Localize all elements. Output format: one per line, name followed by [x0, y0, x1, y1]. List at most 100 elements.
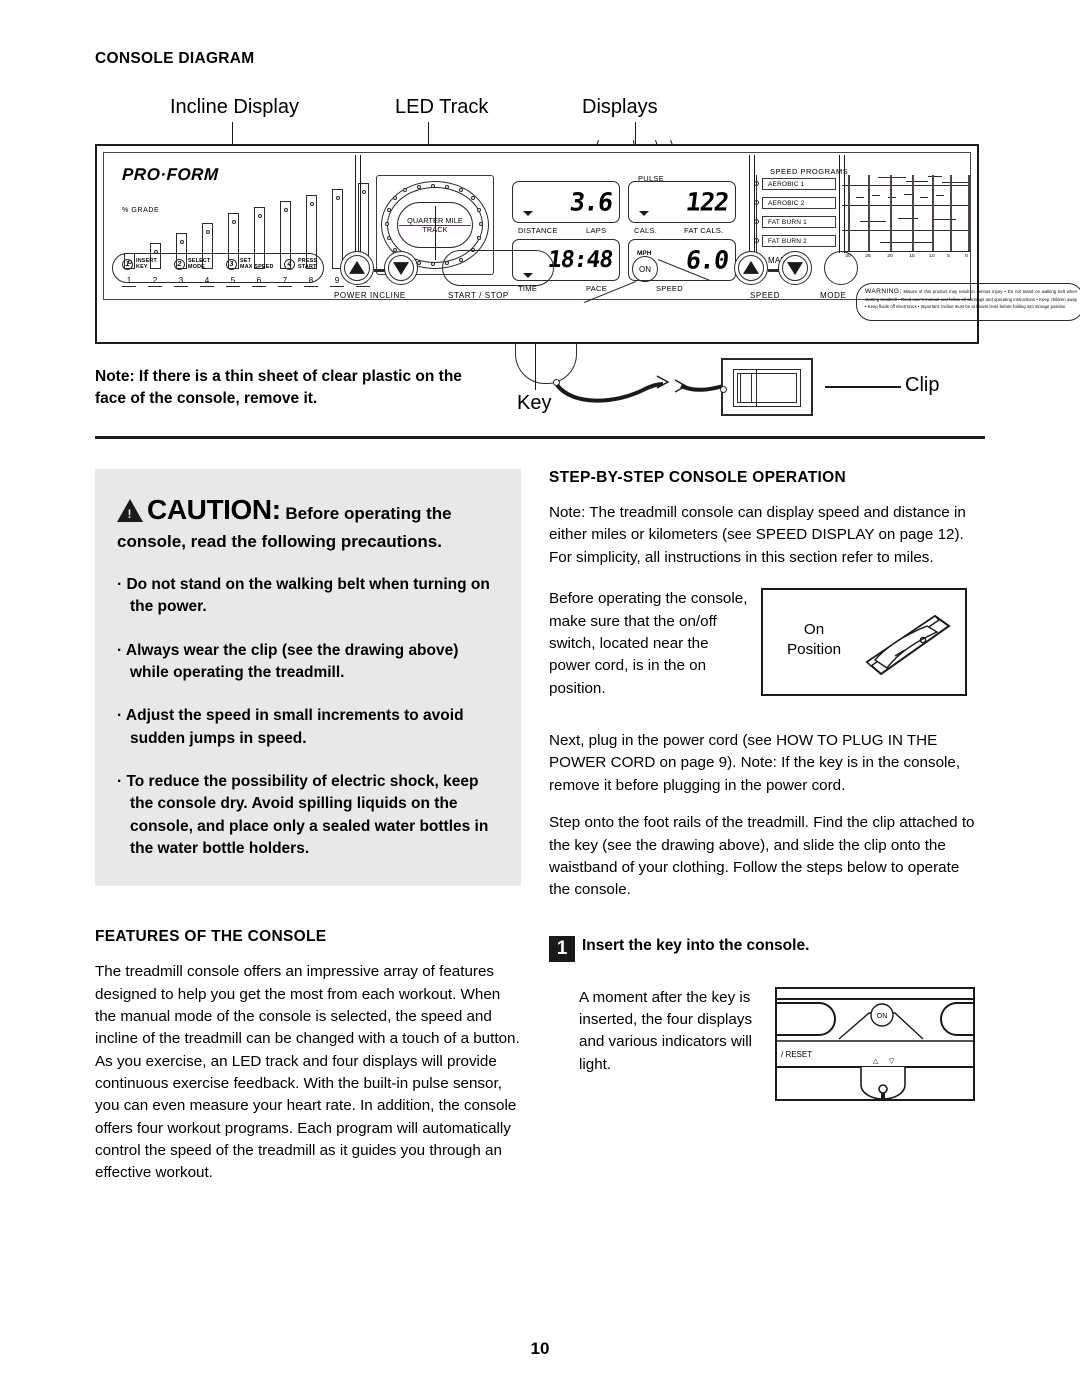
triangle-up-icon — [743, 260, 759, 274]
step-1-title: Insert the key into the console. — [582, 936, 810, 954]
incline-led — [361, 190, 366, 194]
console-diagram: PRO·FORM % GRADE 1 2 3 4 5 6 7 8 9 QUART… — [95, 144, 1080, 344]
speed-down-button[interactable] — [778, 251, 812, 285]
incline-stalk — [360, 155, 362, 253]
power-incline-up-button[interactable] — [340, 251, 374, 285]
step-number: 4 — [284, 259, 295, 271]
caution-box: CAUTION: Before operating the console, r… — [95, 469, 521, 887]
display-cals-label: CALS. — [634, 226, 658, 235]
left-column: CAUTION: Before operating the console, r… — [95, 469, 521, 1200]
callout-led-track: LED Track — [395, 96, 489, 118]
caution-bullet: Do not stand on the walking belt when tu… — [117, 574, 501, 619]
diagram-callouts: Incline Display LED Track Displays — [95, 96, 985, 256]
incline-led — [335, 196, 340, 200]
program-profile-graph: 30 25 20 15 10 5 0 — [842, 175, 970, 259]
console-key-figure: ON / RESET △ ▽ — [775, 986, 975, 1101]
caution-heading: CAUTION: Before operating the console, r… — [117, 491, 501, 553]
callout-displays: Displays — [582, 96, 658, 118]
incline-led — [179, 240, 184, 244]
switch-row: Before operating the console, make sure … — [549, 584, 975, 715]
caution-bullet: Adjust the speed in small increments to … — [117, 705, 501, 750]
stepbystep-note: Note: The treadmill console can display … — [549, 504, 966, 566]
clip-diagram — [720, 358, 813, 416]
right-column: STEP-BY-STEP CONSOLE OPERATION Note: The… — [549, 469, 975, 1200]
display-indicator-arrow — [523, 211, 533, 216]
features-title: FEATURES OF THE CONSOLE — [95, 928, 327, 946]
page-title: CONSOLE DIAGRAM — [95, 50, 255, 67]
incline-led — [309, 202, 314, 206]
on-off-switch-icon — [865, 615, 951, 676]
key-tether-point — [553, 379, 560, 386]
console-face: PRO·FORM % GRADE 1 2 3 4 5 6 7 8 9 QUART… — [103, 152, 1080, 321]
switch-paragraph: Before operating the console, make sure … — [549, 590, 748, 697]
on-position-label: On Position — [787, 621, 842, 659]
clip-tether-point — [720, 386, 727, 393]
incline-led — [231, 220, 236, 224]
key-label: Key — [517, 392, 552, 414]
manual-page: CONSOLE DIAGRAM Incline Display LED Trac… — [0, 0, 1080, 1397]
console-button-row: 1INSERT KEY 2SELECT MODE 3SET MAX SPEED 4PR… — [112, 155, 962, 303]
graph-axis-number: 0 — [965, 253, 968, 259]
triangle-down-icon — [787, 262, 803, 276]
step-select-mode: 2SELECT MODE — [174, 258, 210, 271]
svg-text:△: △ — [873, 1058, 879, 1065]
mode-button-label: MODE — [820, 291, 847, 300]
incline-stalk — [355, 155, 357, 253]
leader-displays — [635, 122, 637, 144]
key-body — [515, 344, 577, 384]
speed-button-label: SPEED — [750, 291, 781, 300]
section-divider — [95, 436, 985, 439]
step-insert-key: 1INSERT KEY — [122, 258, 157, 271]
note-clear-plastic: Note: If there is a thin sheet of clear … — [95, 368, 462, 407]
key-leader — [535, 344, 537, 390]
clip-label: Clip — [905, 374, 940, 396]
start-stop-button[interactable] — [442, 250, 554, 286]
power-incline-label: POWER INCLINE — [334, 291, 406, 300]
display-distance-label: DISTANCE — [518, 226, 558, 235]
start-stop-label: START / STOP — [448, 291, 509, 300]
program-fat-burn-2[interactable]: FAT BURN 2 — [762, 235, 836, 247]
step-1-row: A moment after the key is inserted, the … — [549, 977, 975, 1101]
step-number: 2 — [174, 259, 185, 271]
step-press-start: 4PRESS START — [284, 258, 317, 271]
display-fat-cals-label: FAT CALS. — [684, 226, 724, 235]
clip-leader — [825, 386, 901, 388]
incline-led — [257, 214, 262, 218]
power-incline-down-button[interactable] — [384, 251, 418, 285]
mode-button[interactable] — [824, 251, 858, 285]
page-number: 10 — [530, 1339, 550, 1358]
step-set-max-speed: 3SET MAX SPEED — [226, 258, 274, 271]
incline-led — [205, 230, 210, 234]
display-pulse: 122 — [628, 181, 736, 223]
display-distance-value: 3.6 — [568, 187, 614, 217]
speed-up-button[interactable] — [734, 251, 768, 285]
svg-text:▽: ▽ — [889, 1058, 895, 1065]
stepbystep-title: STEP-BY-STEP CONSOLE OPERATION — [549, 469, 846, 486]
step-number: 3 — [226, 259, 237, 271]
program-aerobic-1[interactable]: AEROBIC 1 — [762, 178, 836, 190]
power-cord-paragraph: Next, plug in the power cord (see HOW TO… — [549, 732, 961, 794]
svg-text:/ RESET: / RESET — [781, 1050, 812, 1059]
display-pulse-value: 122 — [684, 187, 730, 217]
foot-rails-paragraph: Step onto the foot rails of the treadmil… — [549, 814, 975, 899]
on-indicator: ON — [632, 256, 658, 282]
body-columns: CAUTION: Before operating the console, r… — [95, 469, 985, 1200]
on-position-figure: On Position — [761, 588, 967, 697]
display-laps-label: LAPS — [586, 226, 607, 235]
step-number: 1 — [122, 259, 133, 271]
triangle-up-icon — [349, 260, 365, 274]
features-paragraph: The treadmill console offers an impressi… — [95, 963, 520, 1182]
svg-text:ON: ON — [877, 1013, 888, 1020]
caution-bullet: To reduce the possibility of electric sh… — [117, 771, 501, 860]
program-aerobic-2[interactable]: AEROBIC 2 — [762, 197, 836, 209]
display-indicator-arrow — [639, 211, 649, 216]
program-fat-burn-1[interactable]: FAT BURN 1 — [762, 216, 836, 228]
console-key-illustration: ON / RESET △ ▽ — [777, 997, 974, 1099]
key-clip-diagram: Note: If there is a thin sheet of clear … — [95, 344, 979, 430]
warning-triangle-icon — [117, 499, 143, 523]
step-1-body: A moment after the key is inserted, the … — [579, 988, 753, 1073]
callout-incline-display: Incline Display — [170, 96, 299, 118]
clip-inner — [733, 369, 801, 407]
speed-programs-title: SPEED PROGRAMS — [770, 167, 849, 176]
triangle-down-icon — [393, 262, 409, 276]
